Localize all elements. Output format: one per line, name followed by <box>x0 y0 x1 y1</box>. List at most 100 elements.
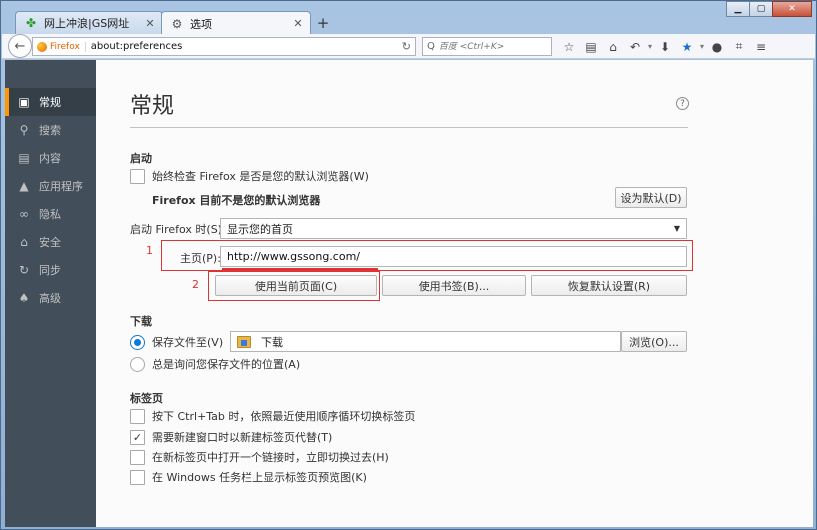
always-check-checkbox[interactable] <box>130 168 145 184</box>
chevron-down-icon[interactable]: ▾ <box>646 37 654 56</box>
security-icon: ⌂ <box>20 235 28 249</box>
always-ask-label: 总是询问您保存文件的位置(A) <box>152 358 301 371</box>
chat-icon[interactable]: ● <box>706 37 728 56</box>
sidebar-item-label: 应用程序 <box>39 180 83 193</box>
home-icon[interactable]: ⌂ <box>602 37 624 56</box>
restore-default-button[interactable]: 恢复默认设置(R) <box>531 275 687 296</box>
gs-site-icon: ✤ <box>25 16 37 30</box>
always-ask-radio[interactable] <box>130 356 145 372</box>
tabs-heading: 标签页 <box>130 392 163 405</box>
search-input[interactable] <box>438 41 539 52</box>
always-check-row[interactable]: 始终检查 Firefox 是否是您的默认浏览器(W) <box>130 168 369 184</box>
search-icon[interactable]: Q <box>427 41 435 52</box>
url-bar[interactable]: Firefox about:preferences ↻ <box>32 37 416 56</box>
identity-box[interactable]: Firefox <box>37 41 86 52</box>
annotation-underline <box>222 268 378 270</box>
tabs-option-row[interactable]: 在新标签页中打开一个链接时，立即切换过去(H) <box>130 449 389 465</box>
reload-icon[interactable]: ↻ <box>402 40 411 53</box>
content-icon: ▤ <box>18 151 30 165</box>
url-text[interactable]: about:preferences <box>91 41 402 52</box>
sidebar-item-applications[interactable]: ▲ 应用程序 <box>5 172 96 200</box>
mask-icon: ∞ <box>19 207 29 221</box>
window-close-icon[interactable]: ✕ <box>772 1 812 17</box>
preferences-sidebar: ▣ 常规 ⚲ 搜索 ▤ 内容 ▲ 应用程序 ∞ 隐私 ⌂ 安全 ↻ 同步 ♠ 高… <box>5 60 96 527</box>
tabs-option-label: 在 Windows 任务栏上显示标签页预览图(K) <box>152 471 367 484</box>
sidebar-item-label: 隐私 <box>39 208 61 221</box>
identity-label: Firefox <box>50 41 80 52</box>
sidebar-item-advanced[interactable]: ♠ 高级 <box>5 284 96 312</box>
download-folder-value: 下载 <box>261 335 283 349</box>
tabs-option-row[interactable]: 在 Windows 任务栏上显示标签页预览图(K) <box>130 469 367 485</box>
search-icon: ⚲ <box>19 123 29 137</box>
browser-window: ✤ 网上冲浪|GS网址 ✕ ⚙ 选项 ✕ + ▁ ▢ ✕ ← Firefox a… <box>0 0 817 530</box>
undo-icon[interactable]: ↶ <box>624 37 646 56</box>
sidebar-item-privacy[interactable]: ∞ 隐私 <box>5 200 96 228</box>
sidebar-item-label: 安全 <box>39 236 61 249</box>
general-icon: ▣ <box>18 95 30 109</box>
sidebar-item-content[interactable]: ▤ 内容 <box>5 144 96 172</box>
back-arrow-icon[interactable]: ← <box>8 34 32 58</box>
page-title: 常规 <box>130 94 175 119</box>
homepage-input[interactable]: http://www.gssong.com/ <box>220 246 687 267</box>
sidebar-item-label: 高级 <box>39 292 61 305</box>
new-window-as-tab-checkbox[interactable]: ✓ <box>130 429 145 445</box>
maximize-icon[interactable]: ▢ <box>749 1 773 17</box>
new-tab-icon[interactable]: + <box>315 14 331 32</box>
use-current-page-button[interactable]: 使用当前页面(C) <box>215 275 377 296</box>
close-icon[interactable]: ✕ <box>144 17 156 30</box>
save-to-label: 保存文件至(V) <box>152 336 224 349</box>
when-starts-value: 显示您的首页 <box>227 222 293 236</box>
menu-icon[interactable]: ≡ <box>750 37 772 56</box>
close-icon[interactable]: ✕ <box>292 17 304 30</box>
screenshot-icon[interactable]: ⌗ <box>728 37 750 56</box>
tab-label: 网上冲浪|GS网址 <box>44 17 130 30</box>
chevron-down-icon[interactable]: ▾ <box>698 37 706 56</box>
when-starts-select[interactable]: 显示您的首页 ▼ <box>220 218 687 239</box>
sidebar-item-label: 常规 <box>39 96 61 109</box>
save-to-radio[interactable] <box>130 334 145 350</box>
chevron-down-icon: ▼ <box>673 224 680 233</box>
folder-icon <box>237 335 251 348</box>
save-to-row[interactable]: 保存文件至(V) <box>130 334 223 350</box>
tabs-option-row[interactable]: ✓ 需要新建窗口时以新建标签页代替(T) <box>130 429 332 445</box>
always-ask-row[interactable]: 总是询问您保存文件的位置(A) <box>130 356 300 372</box>
tab-strip: ✤ 网上冲浪|GS网址 ✕ ⚙ 选项 ✕ + ▁ ▢ ✕ <box>1 1 816 35</box>
sidebar-item-label: 内容 <box>39 152 61 165</box>
minimize-icon[interactable]: ▁ <box>726 1 750 17</box>
tab-options[interactable]: ⚙ 选项 ✕ <box>161 11 311 35</box>
tabs-option-label: 在新标签页中打开一个链接时，立即切换过去(H) <box>152 451 389 464</box>
download-icon[interactable]: ⬇ <box>654 37 676 56</box>
sidebar-item-security[interactable]: ⌂ 安全 <box>5 228 96 256</box>
sidebar-item-general[interactable]: ▣ 常规 <box>5 88 96 116</box>
window-controls: ▁ ▢ ✕ <box>726 1 812 17</box>
homepage-label: 主页(P): <box>180 252 221 265</box>
sidebar-item-label: 同步 <box>39 264 61 277</box>
help-icon[interactable]: ? <box>676 97 689 110</box>
taskbar-preview-checkbox[interactable] <box>130 469 145 485</box>
sidebar-item-sync[interactable]: ↻ 同步 <box>5 256 96 284</box>
sidebar-item-search[interactable]: ⚲ 搜索 <box>5 116 96 144</box>
bookmark-star-icon[interactable]: ☆ <box>558 37 580 56</box>
startup-heading: 启动 <box>130 152 152 165</box>
set-default-button[interactable]: 设为默认(D) <box>615 187 687 208</box>
preferences-content: ▣ 常规 ⚲ 搜索 ▤ 内容 ▲ 应用程序 ∞ 隐私 ⌂ 安全 ↻ 同步 ♠ 高… <box>5 60 813 527</box>
bookmarks-menu-icon[interactable]: ▤ <box>580 37 602 56</box>
check-icon: ✓ <box>132 430 143 444</box>
tab-label: 选项 <box>190 17 212 31</box>
tabs-option-label: 按下 Ctrl+Tab 时，依照最近使用顺序循环切换标签页 <box>152 410 416 423</box>
applications-icon: ▲ <box>19 179 29 193</box>
tabs-option-row[interactable]: 按下 Ctrl+Tab 时，依照最近使用顺序循环切换标签页 <box>130 408 415 424</box>
use-bookmark-button[interactable]: 使用书签(B)... <box>382 275 526 296</box>
not-default-text: Firefox 目前不是您的默认浏览器 <box>152 194 321 207</box>
browse-button[interactable]: 浏览(O)... <box>621 331 687 352</box>
annotation-number-2: 2 <box>192 278 199 291</box>
always-check-label: 始终检查 Firefox 是否是您的默认浏览器(W) <box>152 170 369 183</box>
favorite-icon[interactable]: ★ <box>676 37 698 56</box>
tab-gs-site[interactable]: ✤ 网上冲浪|GS网址 ✕ <box>15 11 163 34</box>
sidebar-item-label: 搜索 <box>39 124 61 137</box>
ctrl-tab-checkbox[interactable] <box>130 408 145 424</box>
switch-to-new-tab-checkbox[interactable] <box>130 449 145 465</box>
preferences-main: 常规 ? 启动 始终检查 Firefox 是否是您的默认浏览器(W) Firef… <box>96 60 813 527</box>
download-folder-field[interactable]: 下载 <box>230 331 621 352</box>
search-bar[interactable]: Q <box>422 37 552 56</box>
